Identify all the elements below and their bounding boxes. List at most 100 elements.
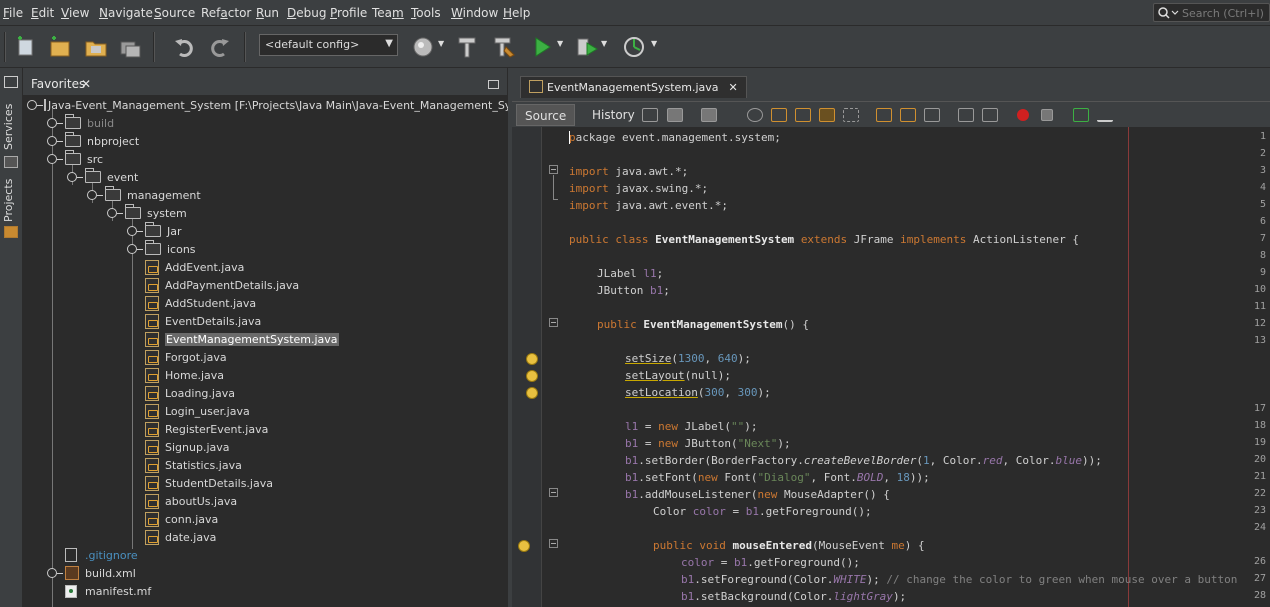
menu-source[interactable]: Source bbox=[154, 6, 195, 20]
tree-item-event[interactable]: event bbox=[67, 168, 138, 186]
close-icon[interactable]: ✕ bbox=[81, 77, 91, 91]
stop-macro-icon[interactable] bbox=[1041, 109, 1053, 121]
open-project-icon[interactable] bbox=[84, 35, 108, 59]
tree-item-jar[interactable]: Jar bbox=[127, 222, 182, 240]
find-previous-icon[interactable] bbox=[771, 108, 787, 122]
expand-toggle-icon[interactable] bbox=[47, 118, 63, 128]
tree-item-build[interactable]: build bbox=[47, 114, 114, 132]
forward-icon[interactable] bbox=[701, 108, 717, 122]
code-editor[interactable]: 1 2 3 4 5 6 7 8 9 10 11 12 13 17 18 19 2… bbox=[512, 127, 1270, 607]
tree-item-nbproject[interactable]: nbproject bbox=[47, 132, 139, 150]
search-icon[interactable] bbox=[1157, 6, 1179, 20]
fold-icon[interactable] bbox=[549, 539, 558, 548]
tree-file-selected[interactable]: EventManagementSystem.java bbox=[145, 330, 339, 348]
tree-file[interactable]: Loading.java bbox=[145, 384, 235, 402]
projects-icon[interactable] bbox=[4, 226, 18, 238]
tree-file[interactable]: Signup.java bbox=[145, 438, 230, 456]
tree-item-icons[interactable]: icons bbox=[127, 240, 196, 258]
rectangular-select-icon[interactable] bbox=[843, 108, 859, 122]
hint-bulb-icon[interactable] bbox=[518, 540, 530, 552]
tree-file[interactable]: date.java bbox=[145, 528, 216, 546]
tree-item-manifest[interactable]: manifest.mf bbox=[65, 582, 151, 600]
tree-file[interactable]: EventDetails.java bbox=[145, 312, 261, 330]
menu-edit[interactable]: Edit bbox=[31, 6, 54, 20]
history-view-button[interactable]: History bbox=[584, 104, 643, 126]
chevron-down-icon[interactable]: ▼ bbox=[557, 39, 563, 48]
menu-run[interactable]: Run bbox=[256, 6, 279, 20]
tree-file[interactable]: Home.java bbox=[145, 366, 224, 384]
hint-bulb-icon[interactable] bbox=[526, 387, 538, 399]
expand-toggle-icon[interactable] bbox=[127, 244, 143, 254]
shift-left-icon[interactable] bbox=[958, 108, 974, 122]
menu-view[interactable]: View bbox=[61, 6, 89, 20]
tree-file[interactable]: Forgot.java bbox=[145, 348, 227, 366]
menu-window[interactable]: Window bbox=[451, 6, 498, 20]
profile-icon[interactable] bbox=[622, 35, 646, 59]
toggle-bookmark-icon[interactable] bbox=[924, 108, 940, 122]
find-next-icon[interactable] bbox=[795, 108, 811, 122]
last-edit-icon[interactable] bbox=[642, 108, 658, 122]
menu-tools[interactable]: Tools bbox=[411, 6, 441, 20]
menu-navigate[interactable]: Navigate bbox=[99, 6, 153, 20]
source-view-button[interactable]: Source bbox=[516, 104, 576, 126]
hint-bulb-icon[interactable] bbox=[526, 370, 538, 382]
hint-bulb-icon[interactable] bbox=[526, 353, 538, 365]
configure-icon[interactable] bbox=[411, 35, 435, 59]
next-bookmark-icon[interactable] bbox=[900, 108, 916, 122]
expand-toggle-icon[interactable] bbox=[47, 136, 63, 146]
collapse-toggle-icon[interactable] bbox=[47, 154, 63, 164]
tree-file[interactable]: AddEvent.java bbox=[145, 258, 244, 276]
editor-tab[interactable]: EventManagementSystem.java ✕ bbox=[520, 76, 747, 98]
tree-file[interactable]: AddPaymentDetails.java bbox=[145, 276, 299, 294]
redo-icon[interactable] bbox=[208, 35, 232, 59]
clean-build-icon[interactable] bbox=[492, 35, 516, 59]
tree-file[interactable]: Statistics.java bbox=[145, 456, 242, 474]
start-comment-icon[interactable] bbox=[1073, 108, 1089, 122]
menu-debug[interactable]: Debug bbox=[287, 6, 326, 20]
menu-profile[interactable]: Profile bbox=[330, 6, 367, 20]
tree-item-build-xml[interactable]: build.xml bbox=[47, 564, 136, 582]
find-icon[interactable] bbox=[747, 108, 763, 122]
tree-file[interactable]: Login_user.java bbox=[145, 402, 250, 420]
uncomment-icon[interactable] bbox=[1097, 108, 1113, 122]
tree-root[interactable]: Java-Event_Management_System [F:\Project… bbox=[27, 96, 508, 114]
collapse-toggle-icon[interactable] bbox=[67, 172, 83, 182]
back-icon[interactable] bbox=[667, 108, 683, 122]
services-tab[interactable]: Services bbox=[2, 102, 20, 152]
fold-icon[interactable] bbox=[549, 165, 558, 174]
close-project-icon[interactable] bbox=[118, 35, 142, 59]
close-icon[interactable]: ✕ bbox=[729, 81, 738, 94]
tree-file[interactable]: RegisterEvent.java bbox=[145, 420, 268, 438]
restore-window-icon[interactable] bbox=[4, 76, 18, 88]
undo-icon[interactable] bbox=[172, 35, 196, 59]
expand-toggle-icon[interactable] bbox=[127, 226, 143, 236]
shift-right-icon[interactable] bbox=[982, 108, 998, 122]
minimize-icon[interactable] bbox=[488, 80, 499, 89]
new-project-icon[interactable] bbox=[48, 35, 72, 59]
menu-team[interactable]: Team bbox=[372, 6, 404, 20]
tree-file[interactable]: conn.java bbox=[145, 510, 218, 528]
tree-file[interactable]: StudentDetails.java bbox=[145, 474, 273, 492]
fold-icon[interactable] bbox=[549, 488, 558, 497]
chevron-down-icon[interactable]: ▼ bbox=[651, 39, 657, 48]
expand-toggle-icon[interactable] bbox=[47, 568, 63, 578]
debug-icon[interactable] bbox=[575, 35, 599, 59]
collapse-toggle-icon[interactable] bbox=[87, 190, 103, 200]
expand-toggle-icon[interactable] bbox=[27, 100, 43, 110]
tree-item-gitignore[interactable]: .gitignore bbox=[65, 546, 138, 564]
tree-file[interactable]: AddStudent.java bbox=[145, 294, 256, 312]
menu-file[interactable]: File bbox=[3, 6, 23, 20]
config-select[interactable]: <default config> ▼ bbox=[259, 34, 398, 56]
search-input[interactable]: Search (Ctrl+I) bbox=[1153, 3, 1270, 22]
menu-help[interactable]: Help bbox=[503, 6, 530, 20]
collapse-toggle-icon[interactable] bbox=[107, 208, 123, 218]
tree-file[interactable]: aboutUs.java bbox=[145, 492, 237, 510]
projects-tab[interactable]: Projects bbox=[2, 176, 20, 224]
record-macro-icon[interactable] bbox=[1017, 109, 1029, 121]
services-icon[interactable] bbox=[4, 156, 18, 168]
menu-refactor[interactable]: Refactor bbox=[201, 6, 251, 20]
build-hammer-icon[interactable] bbox=[455, 35, 479, 59]
tree-item-management[interactable]: management bbox=[87, 186, 201, 204]
chevron-down-icon[interactable]: ▼ bbox=[601, 39, 607, 48]
tree-item-system[interactable]: system bbox=[107, 204, 187, 222]
